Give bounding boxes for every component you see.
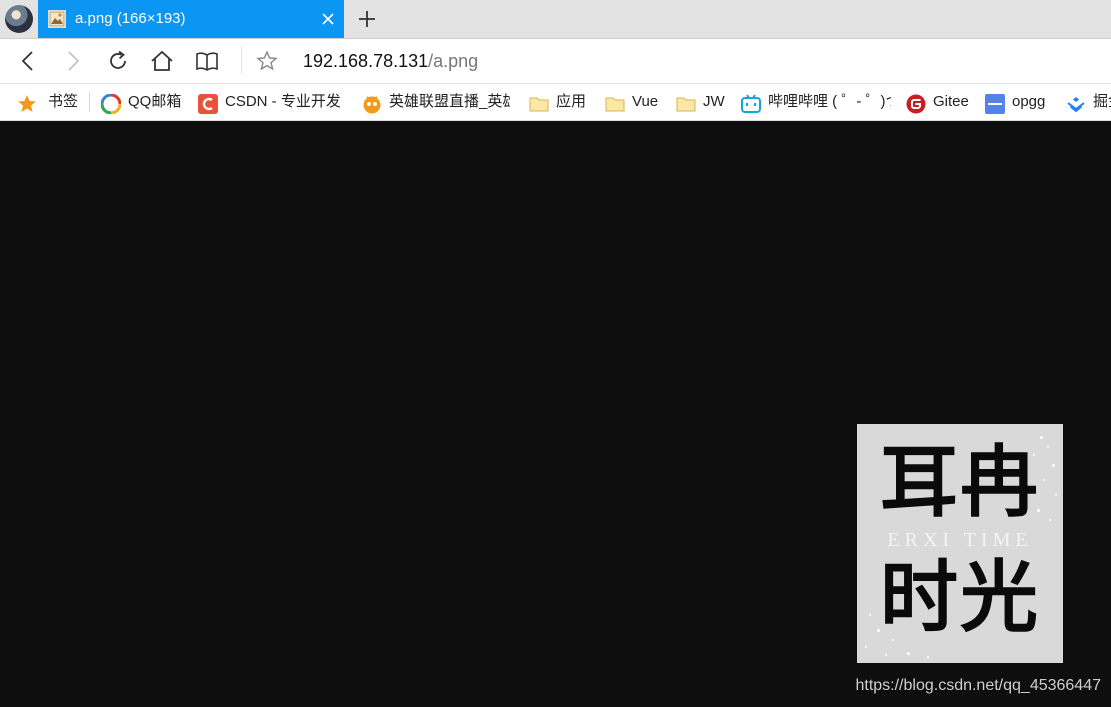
close-icon[interactable] [318,9,338,29]
juejin-icon [1066,92,1086,113]
home-icon[interactable] [150,49,174,73]
bookmark-item[interactable]: Gitee [906,84,974,120]
csdn-icon [198,92,218,114]
forward-icon[interactable] [61,49,85,73]
url-path: /a.png [428,51,479,71]
bookmark-label: Gitee [933,93,969,110]
image-text-top: 耳冉 [879,437,1040,528]
bookmark-label: CSDN - 专业开发 [225,93,341,110]
address-divider [241,46,242,74]
bookmark-label: 哔哩哔哩 ( ゜- ゜)つ [768,93,891,110]
opgg-icon [985,92,1005,114]
reload-icon[interactable] [106,49,130,73]
displayed-image[interactable]: 耳冉 ERXI TIME 时光 [857,424,1063,663]
address-bar: 192.168.78.131/a.png [0,39,1111,84]
bookmark-label: JW [703,93,725,110]
bookmarks-bar: 书签 QQ邮箱 CSDN - 专业开发 英雄联盟直播_英雄 应用 Vue JW … [0,84,1111,121]
bookmark-item[interactable]: 掘金 [1066,84,1111,120]
bookmark-item[interactable]: JW [676,84,730,120]
url-host: 192.168.78.131 [303,51,429,71]
bookmarks-divider [89,92,90,112]
gitee-icon [906,92,926,114]
bookmark-item[interactable]: opgg [985,84,1055,120]
qq-mail-icon [101,92,122,115]
image-text-subtitle: ERXI TIME [887,529,1033,551]
bookmark-item[interactable]: CSDN - 专业开发 [198,84,345,120]
bookmark-item[interactable]: 书签 [17,84,85,120]
new-tab-icon[interactable] [356,8,378,30]
bookmark-label: 书签 [48,93,79,110]
address-input[interactable]: 192.168.78.131/a.png [303,39,478,83]
image-text-bottom: 时光 [879,552,1040,643]
folder-icon [605,92,625,112]
bookmark-item[interactable]: Vue [605,84,663,120]
bookmark-label: 英雄联盟直播_英雄 [389,93,510,110]
image-favicon-icon [48,10,66,28]
back-icon[interactable] [16,49,40,73]
live-stream-icon [362,92,382,114]
tab-active[interactable]: a.png (166×193) [38,0,344,38]
user-avatar[interactable] [5,5,33,33]
bookmark-item[interactable]: 哔哩哔哩 ( ゜- ゜)つ [741,84,891,120]
bookmark-star-icon[interactable] [256,50,280,74]
bookmark-label: QQ邮箱 [128,93,182,110]
folder-icon [676,92,696,112]
bilibili-icon [741,92,761,113]
watermark: https://blog.csdn.net/qq_45366447 [855,677,1101,694]
bookmark-item[interactable]: QQ邮箱 [101,84,191,120]
tab-title: a.png (166×193) [75,10,186,27]
reader-mode-icon[interactable] [195,49,219,73]
star-icon [17,92,37,112]
bookmark-item[interactable]: 英雄联盟直播_英雄 [362,84,510,120]
bookmark-label: Vue [632,93,659,110]
bookmark-item[interactable]: 应用 [529,84,591,120]
bookmark-label: 应用 [556,93,587,110]
bookmark-label: opgg [1012,93,1046,110]
tab-strip: a.png (166×193) [0,0,1111,39]
bookmark-label: 掘金 [1093,93,1111,110]
folder-icon [529,92,549,112]
